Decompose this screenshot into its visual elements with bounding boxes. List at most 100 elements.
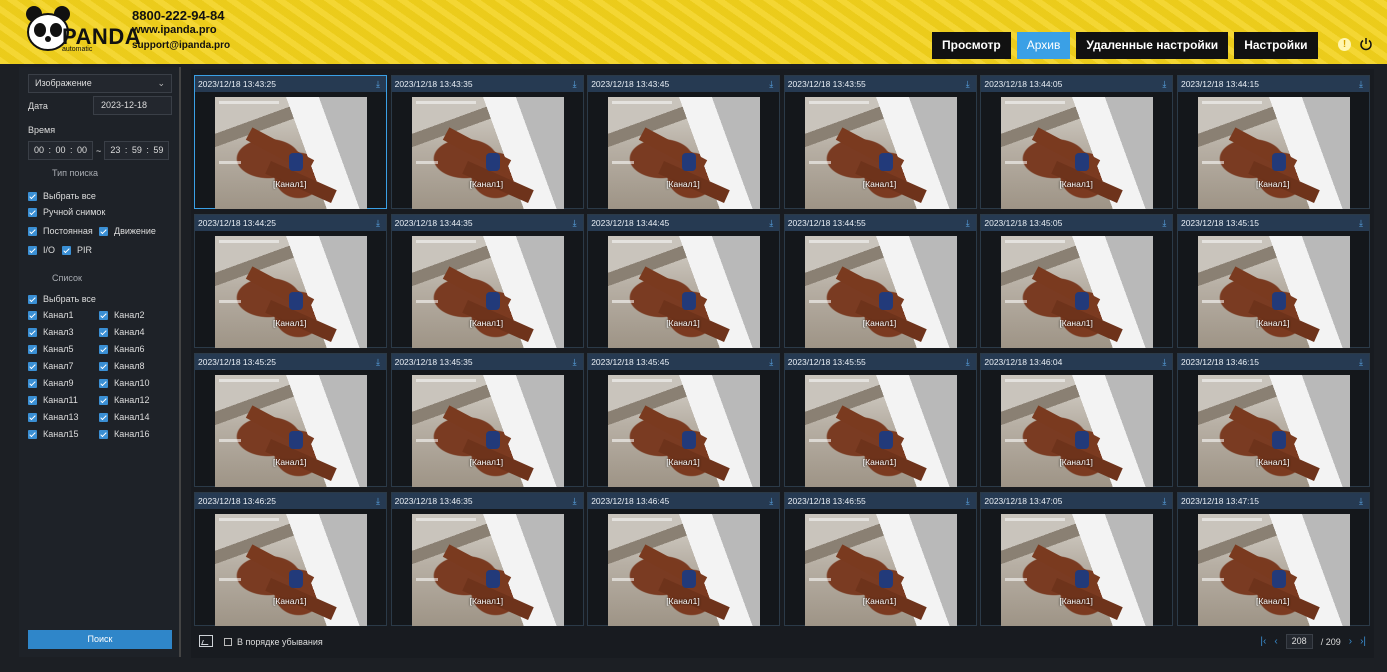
channel-checkbox[interactable]: Канал9 bbox=[28, 378, 73, 388]
channel-checkbox[interactable]: Канал10 bbox=[99, 378, 150, 388]
snapshot-tile[interactable]: 2023/12/18 13:43:45 ⤓ [Канал1] bbox=[587, 75, 781, 209]
prev-page-icon[interactable]: ‹ bbox=[1274, 636, 1277, 647]
snapshot-tile[interactable]: 2023/12/18 13:47:05 ⤓ [Канал1] bbox=[980, 492, 1174, 626]
snapshot-tile[interactable]: 2023/12/18 13:44:45 ⤓ [Канал1] bbox=[587, 214, 781, 348]
channel-checkbox[interactable]: Канал11 bbox=[28, 395, 78, 405]
snapshot-thumbnail[interactable]: [Канал1] bbox=[804, 97, 957, 209]
snapshot-tile[interactable]: 2023/12/18 13:45:15 ⤓ [Канал1] bbox=[1176, 214, 1370, 348]
snapshot-thumbnail[interactable]: [Канал1] bbox=[1197, 236, 1350, 348]
snapshot-thumbnail[interactable]: [Канал1] bbox=[804, 375, 957, 487]
snapshot-thumbnail[interactable]: [Канал1] bbox=[804, 236, 957, 348]
snapshot-thumbnail[interactable]: [Канал1] bbox=[215, 97, 367, 209]
search-type-io[interactable]: I/O bbox=[28, 245, 55, 255]
snapshot-tile[interactable]: 2023/12/18 13:45:55 ⤓ [Канал1] bbox=[783, 353, 977, 487]
channel-checkbox[interactable]: Канал4 bbox=[99, 327, 144, 337]
snapshot-tile[interactable]: 2023/12/18 13:44:05 ⤓ [Канал1] bbox=[980, 75, 1174, 209]
download-icon[interactable]: ⤓ bbox=[769, 215, 773, 231]
snapshot-tile[interactable]: 2023/12/18 13:46:45 ⤓ [Канал1] bbox=[587, 492, 781, 626]
snapshot-thumbnail[interactable]: [Канал1] bbox=[1001, 375, 1154, 487]
tab-archive[interactable]: Архив bbox=[1016, 32, 1071, 59]
channel-checkbox[interactable]: Канал3 bbox=[28, 327, 73, 337]
search-type-motion[interactable]: Движение bbox=[99, 226, 156, 236]
download-icon[interactable]: ⤓ bbox=[1162, 493, 1166, 509]
channel-checkbox[interactable]: Канал7 bbox=[28, 361, 73, 371]
tab-live-view[interactable]: Просмотр bbox=[932, 32, 1011, 59]
next-page-icon[interactable]: › bbox=[1349, 636, 1352, 647]
snapshot-thumbnail[interactable]: [Канал1] bbox=[1197, 375, 1350, 487]
page-number-input[interactable]: 208 bbox=[1285, 634, 1313, 649]
search-type-manual[interactable]: Ручной снимок bbox=[28, 207, 105, 217]
snapshot-thumbnail[interactable]: [Канал1] bbox=[608, 236, 761, 348]
download-icon[interactable]: ⤓ bbox=[966, 76, 970, 92]
snapshot-thumbnail[interactable]: [Канал1] bbox=[215, 375, 367, 487]
download-icon[interactable]: ⤓ bbox=[573, 493, 577, 509]
first-page-icon[interactable]: |‹ bbox=[1260, 636, 1266, 647]
channel-checkbox[interactable]: Канал1 bbox=[28, 310, 73, 320]
snapshot-tile[interactable]: 2023/12/18 13:46:25 ⤓ [Канал1] bbox=[194, 492, 387, 626]
picture-view-icon[interactable] bbox=[199, 635, 213, 647]
download-icon[interactable]: ⤓ bbox=[376, 76, 380, 92]
download-icon[interactable]: ⤓ bbox=[1359, 493, 1363, 509]
snapshot-tile[interactable]: 2023/12/18 13:44:15 ⤓ [Канал1] bbox=[1176, 75, 1370, 209]
download-icon[interactable]: ⤓ bbox=[1359, 354, 1363, 370]
download-icon[interactable]: ⤓ bbox=[966, 354, 970, 370]
snapshot-tile[interactable]: 2023/12/18 13:44:35 ⤓ [Канал1] bbox=[390, 214, 584, 348]
snapshot-thumbnail[interactable]: [Канал1] bbox=[411, 514, 564, 626]
download-icon[interactable]: ⤓ bbox=[966, 493, 970, 509]
channels-select-all[interactable]: Выбрать все bbox=[28, 294, 96, 304]
last-page-icon[interactable]: ›| bbox=[1360, 636, 1366, 647]
download-icon[interactable]: ⤓ bbox=[1162, 354, 1166, 370]
download-icon[interactable]: ⤓ bbox=[573, 354, 577, 370]
channel-checkbox[interactable]: Канал5 bbox=[28, 344, 73, 354]
snapshot-tile[interactable]: 2023/12/18 13:45:35 ⤓ [Канал1] bbox=[390, 353, 584, 487]
download-icon[interactable]: ⤓ bbox=[769, 354, 773, 370]
tab-settings[interactable]: Настройки bbox=[1234, 32, 1318, 59]
snapshot-thumbnail[interactable]: [Канал1] bbox=[411, 375, 564, 487]
snapshot-tile[interactable]: 2023/12/18 13:46:15 ⤓ [Канал1] bbox=[1176, 353, 1370, 487]
channel-checkbox[interactable]: Канал8 bbox=[99, 361, 144, 371]
snapshot-tile[interactable]: 2023/12/18 13:45:05 ⤓ [Канал1] bbox=[980, 214, 1174, 348]
download-icon[interactable]: ⤓ bbox=[1162, 76, 1166, 92]
download-icon[interactable]: ⤓ bbox=[376, 215, 380, 231]
snapshot-thumbnail[interactable]: [Канал1] bbox=[215, 514, 367, 626]
snapshot-thumbnail[interactable]: [Канал1] bbox=[608, 97, 761, 209]
snapshot-thumbnail[interactable]: [Канал1] bbox=[608, 375, 761, 487]
search-button[interactable]: Поиск bbox=[28, 630, 172, 649]
tab-remote-settings[interactable]: Удаленные настройки bbox=[1076, 32, 1229, 59]
snapshot-tile[interactable]: 2023/12/18 13:46:55 ⤓ [Канал1] bbox=[783, 492, 977, 626]
snapshot-thumbnail[interactable]: [Канал1] bbox=[1001, 514, 1154, 626]
channel-checkbox[interactable]: Канал15 bbox=[28, 429, 79, 439]
snapshot-tile[interactable]: 2023/12/18 13:45:25 ⤓ [Канал1] bbox=[194, 353, 387, 487]
snapshot-thumbnail[interactable]: [Канал1] bbox=[411, 97, 564, 209]
download-icon[interactable]: ⤓ bbox=[573, 76, 577, 92]
snapshot-tile[interactable]: 2023/12/18 13:43:55 ⤓ [Канал1] bbox=[783, 75, 977, 209]
channel-checkbox[interactable]: Канал12 bbox=[99, 395, 150, 405]
info-icon[interactable]: ! bbox=[1338, 37, 1351, 51]
mode-select[interactable]: Изображение ⌄ bbox=[28, 74, 172, 93]
channel-checkbox[interactable]: Канал2 bbox=[99, 310, 144, 320]
sort-descending-checkbox[interactable]: В порядке убывания bbox=[224, 637, 323, 647]
download-icon[interactable]: ⤓ bbox=[966, 215, 970, 231]
date-field[interactable]: 2023-12-18 bbox=[93, 96, 172, 115]
snapshot-thumbnail[interactable]: [Канал1] bbox=[1197, 514, 1350, 626]
snapshot-thumbnail[interactable]: [Канал1] bbox=[1197, 97, 1350, 209]
snapshot-tile[interactable]: 2023/12/18 13:44:55 ⤓ [Канал1] bbox=[783, 214, 977, 348]
snapshot-tile[interactable]: 2023/12/18 13:46:35 ⤓ [Канал1] bbox=[390, 492, 584, 626]
snapshot-thumbnail[interactable]: [Канал1] bbox=[608, 514, 761, 626]
channel-checkbox[interactable]: Канал14 bbox=[99, 412, 150, 422]
snapshot-thumbnail[interactable]: [Канал1] bbox=[1001, 236, 1154, 348]
channel-checkbox[interactable]: Канал6 bbox=[99, 344, 144, 354]
snapshot-thumbnail[interactable]: [Канал1] bbox=[1001, 97, 1154, 209]
download-icon[interactable]: ⤓ bbox=[1359, 215, 1363, 231]
channel-checkbox[interactable]: Канал13 bbox=[28, 412, 79, 422]
download-icon[interactable]: ⤓ bbox=[769, 76, 773, 92]
search-type-select-all[interactable]: Выбрать все bbox=[28, 191, 96, 201]
download-icon[interactable]: ⤓ bbox=[769, 493, 773, 509]
snapshot-tile[interactable]: 2023/12/18 13:44:25 ⤓ [Канал1] bbox=[194, 214, 387, 348]
email-link[interactable]: support@ipanda.pro bbox=[132, 38, 230, 53]
snapshot-tile[interactable]: 2023/12/18 13:43:35 ⤓ [Канал1] bbox=[390, 75, 584, 209]
time-to-field[interactable]: 23 : 59 : 59 bbox=[104, 141, 170, 160]
snapshot-thumbnail[interactable]: [Канал1] bbox=[804, 514, 957, 626]
snapshot-tile[interactable]: 2023/12/18 13:46:04 ⤓ [Канал1] bbox=[980, 353, 1174, 487]
search-type-constant[interactable]: Постоянная bbox=[28, 226, 93, 236]
